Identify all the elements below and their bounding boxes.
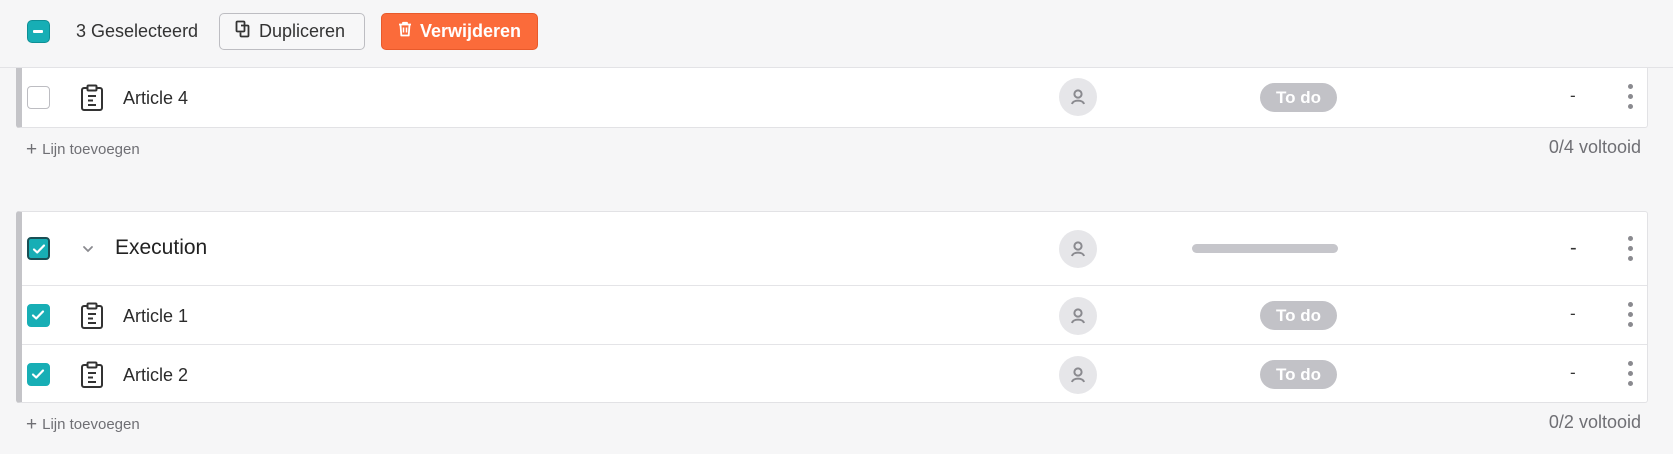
progress-bar <box>1192 244 1338 253</box>
more-options-icon[interactable] <box>1620 84 1642 112</box>
task-row[interactable]: Article 1 To do - <box>22 286 1647 345</box>
clipboard-icon <box>81 84 103 111</box>
task-group-1: Article 4 To do - <box>16 68 1648 128</box>
selected-count: 3 Geselecteerd <box>76 21 199 41</box>
indeterminate-dash-icon <box>33 30 43 33</box>
row-value: - <box>1570 237 1577 259</box>
task-group-execution: Execution - Article 1 To do - Article 2 … <box>16 211 1648 403</box>
status-badge[interactable]: To do <box>1260 360 1337 389</box>
user-icon <box>1071 367 1085 383</box>
checkmark-icon <box>31 369 45 379</box>
assignee-avatar[interactable] <box>1059 230 1097 268</box>
status-badge[interactable]: To do <box>1260 83 1337 112</box>
task-title[interactable]: Article 4 <box>123 87 188 109</box>
task-title[interactable]: Article 2 <box>123 364 188 386</box>
user-icon <box>1071 308 1085 324</box>
more-options-icon[interactable] <box>1620 302 1642 330</box>
more-options-icon[interactable] <box>1620 361 1642 389</box>
clipboard-icon <box>81 361 103 388</box>
group-title[interactable]: Execution <box>115 237 207 259</box>
copy-icon <box>235 20 251 43</box>
row-checkbox[interactable] <box>27 363 50 386</box>
row-value: - <box>1570 363 1576 382</box>
delete-label: Verwijderen <box>420 21 522 41</box>
user-icon <box>1071 89 1085 105</box>
add-line-button[interactable]: + Lijn toevoegen <box>26 139 140 160</box>
completion-count: 0/4 voltooid <box>1548 137 1641 157</box>
row-value: - <box>1570 304 1576 323</box>
add-line-button[interactable]: + Lijn toevoegen <box>26 414 140 435</box>
trash-icon <box>398 21 412 42</box>
group-header-row[interactable]: Execution - <box>22 212 1647 286</box>
task-title[interactable]: Article 1 <box>123 305 188 327</box>
selection-toolbar: 3 Geselecteerd Dupliceren Verwijderen <box>0 0 1673 68</box>
completion-count: 0/2 voltooid <box>1548 412 1641 432</box>
assignee-avatar[interactable] <box>1059 78 1097 116</box>
group-checkbox[interactable] <box>27 237 50 260</box>
checkmark-icon <box>31 310 45 320</box>
checkmark-icon <box>32 244 46 254</box>
user-icon <box>1071 241 1085 257</box>
plus-icon: + <box>26 139 38 160</box>
task-row[interactable]: Article 2 To do - <box>22 345 1647 402</box>
assignee-avatar[interactable] <box>1059 297 1097 335</box>
duplicate-label: Dupliceren <box>259 21 346 41</box>
task-row[interactable]: Article 4 To do - <box>22 68 1647 127</box>
clipboard-icon <box>81 302 103 329</box>
status-badge[interactable]: To do <box>1260 301 1337 330</box>
chevron-down-icon[interactable] <box>80 241 96 257</box>
row-checkbox[interactable] <box>27 304 50 327</box>
duplicate-button[interactable]: Dupliceren <box>219 13 365 50</box>
assignee-avatar[interactable] <box>1059 356 1097 394</box>
select-all-checkbox[interactable] <box>27 20 50 43</box>
plus-icon: + <box>26 414 38 435</box>
delete-button[interactable]: Verwijderen <box>381 13 538 50</box>
add-line-label: Lijn toevoegen <box>42 141 140 158</box>
row-value: - <box>1570 86 1576 105</box>
add-line-label: Lijn toevoegen <box>42 416 140 433</box>
row-checkbox[interactable] <box>27 86 50 109</box>
more-options-icon[interactable] <box>1620 236 1642 264</box>
